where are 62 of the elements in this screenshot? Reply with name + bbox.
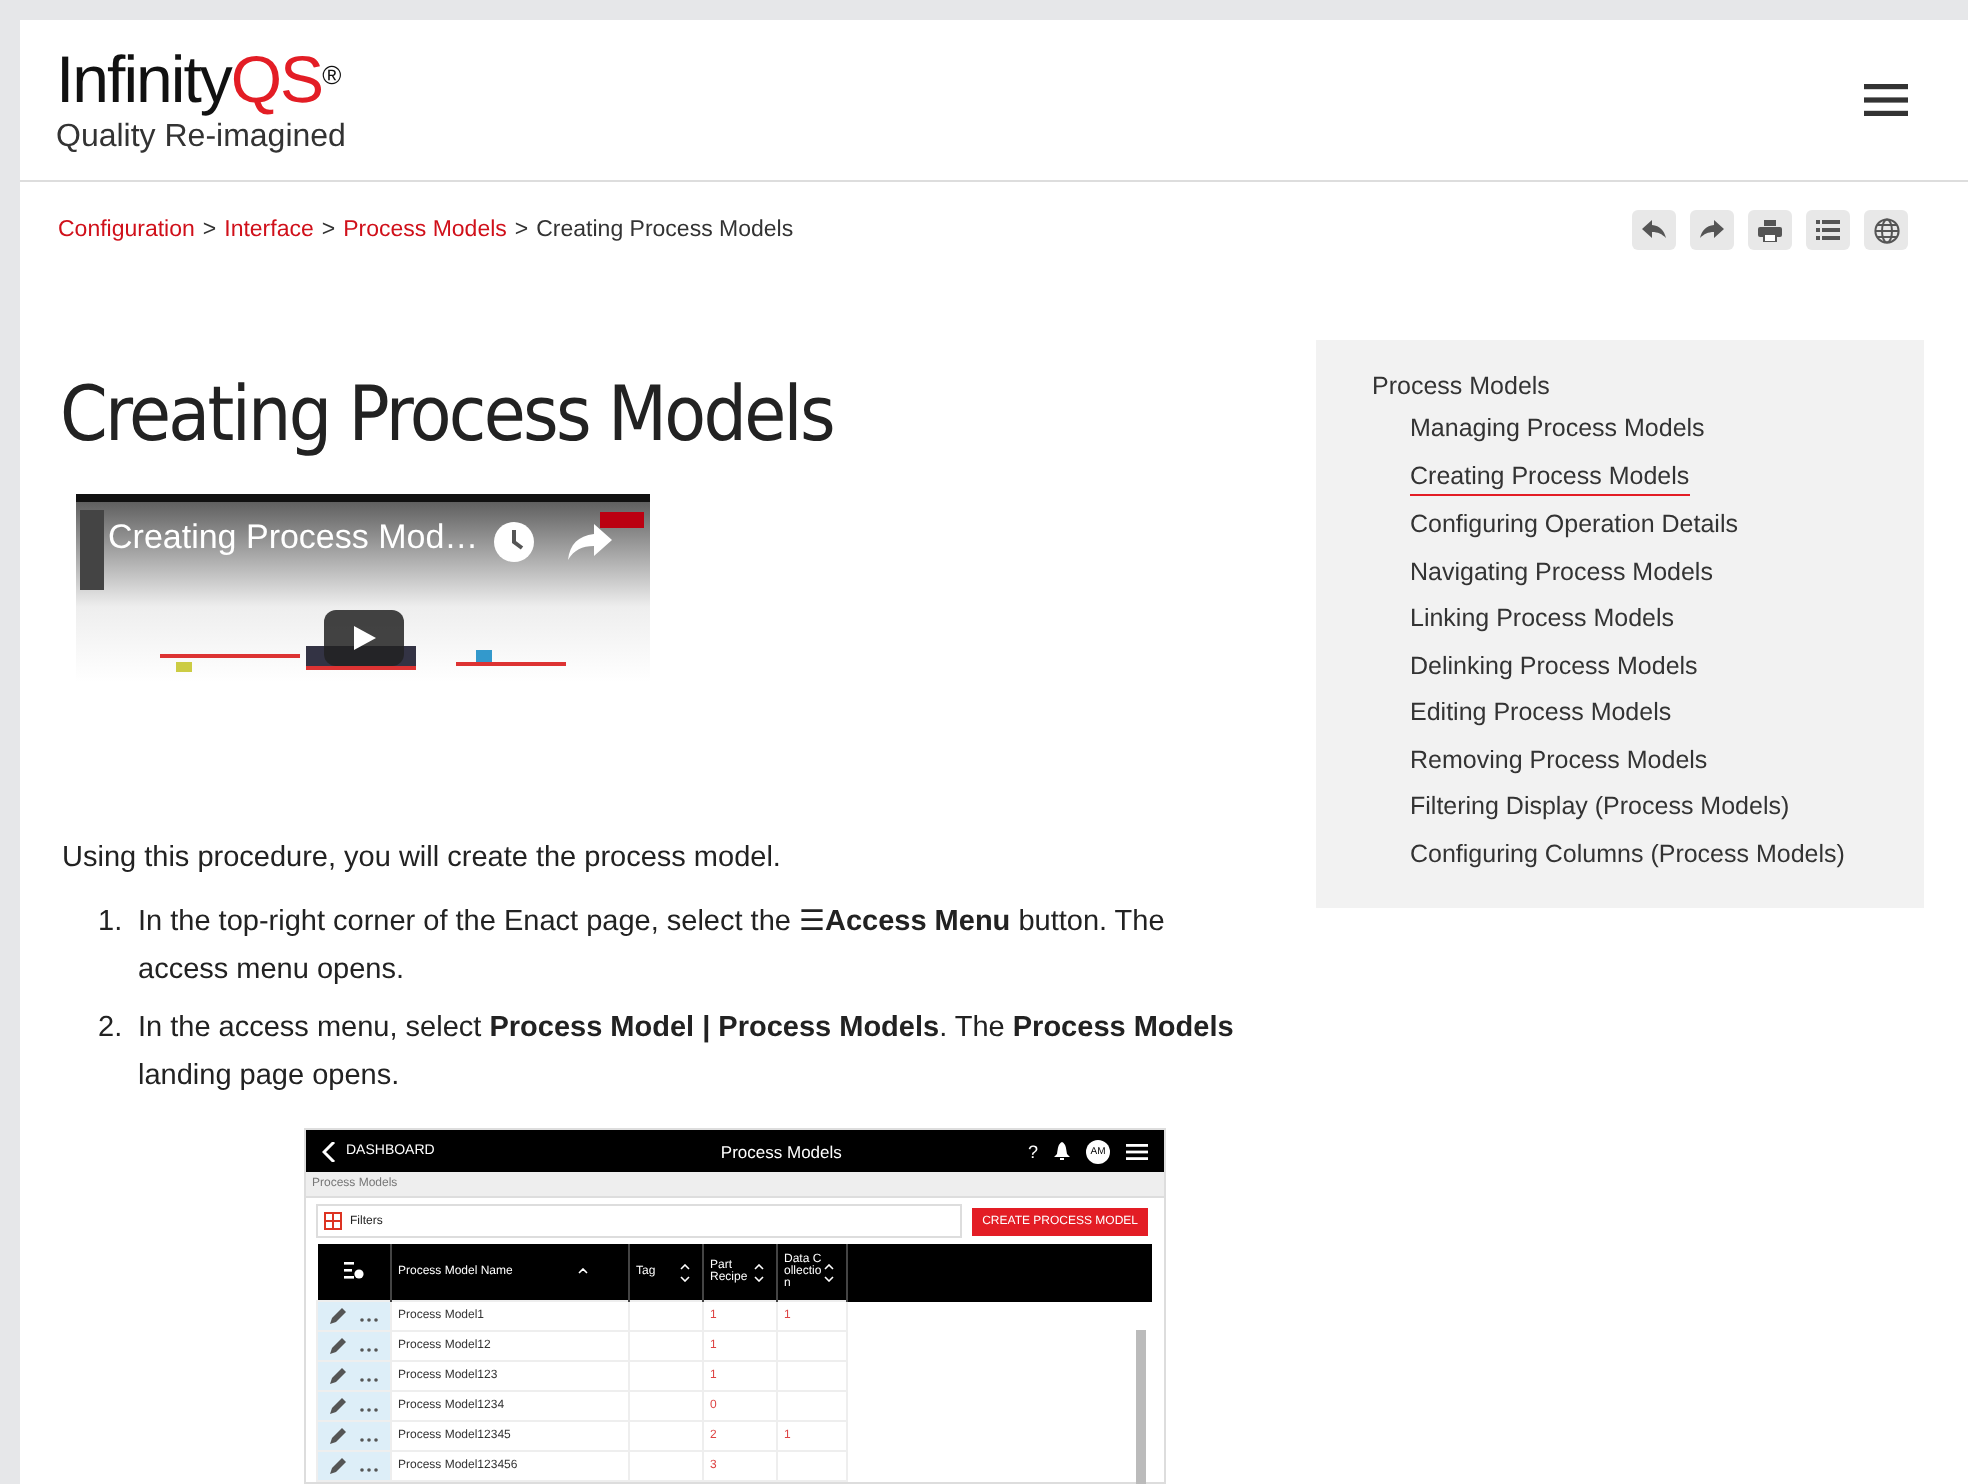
sort-icon[interactable] [824,1263,834,1281]
step-number: 2. [98,1010,125,1048]
filter-plus-icon[interactable] [324,1212,342,1230]
print-button[interactable] [1748,210,1792,250]
more-icon[interactable] [360,1317,378,1322]
table-cell [629,1451,703,1481]
sort-icon[interactable] [577,1268,588,1275]
sidebar-item[interactable]: Configuring Operation Details [1410,508,1738,542]
more-icon[interactable] [360,1377,378,1382]
sidebar-item[interactable]: Removing Process Models [1410,743,1708,777]
forward-icon [1700,220,1724,240]
menu-icon[interactable] [1864,82,1908,118]
intro-text: Using this procedure, you will create the process model. [62,842,783,874]
clock-icon[interactable] [492,520,536,564]
more-icon[interactable] [360,1347,378,1352]
menu-icon[interactable] [1125,1143,1148,1159]
sidebar-item[interactable]: Navigating Process Models [1410,555,1713,589]
list-button[interactable] [1806,210,1850,250]
page-title: Creating Process Models [60,370,835,458]
sidebar-heading[interactable]: Process Models [1372,372,1924,400]
breadcrumb-link[interactable]: Configuration [58,218,195,242]
sort-icon[interactable] [754,1263,764,1281]
globe-button[interactable] [1864,210,1908,250]
sidebar-item[interactable]: Delinking Process Models [1410,649,1698,683]
scrollbar[interactable] [1136,1330,1146,1484]
share-icon[interactable] [568,524,612,560]
forward-button[interactable] [1690,210,1734,250]
sidebar-item[interactable]: Configuring Columns (Process Models) [1410,837,1845,871]
breadcrumb-current: Creating Process Models [536,218,794,242]
logo-tagline: Quality Re-imagined [56,120,346,156]
breadcrumb-separator: > [514,218,529,242]
sidebar-item[interactable]: Editing Process Models [1410,696,1672,730]
app-title: Process Models [720,1141,842,1161]
logo-wordmark: InfinityQS$^{®}$ [56,42,340,116]
breadcrumb-link[interactable]: Process Models [343,218,507,242]
video-title: Creating Process Mod… [108,518,479,558]
step-number: 1. [98,904,125,942]
bell-icon[interactable] [1053,1142,1070,1160]
step-text: In the access menu, select Process Model | Process Models. The Process Models landing page opens. [138,1012,1234,1092]
breadcrumb-separator: > [321,218,336,242]
breadcrumb-link[interactable]: Interface [224,218,314,242]
sort-icon[interactable] [680,1263,690,1281]
play-button[interactable] [324,610,404,666]
back-icon [1642,220,1666,240]
table-cell [777,1451,847,1481]
sidebar-item[interactable]: Creating Process Models [1410,459,1690,495]
step-text: In the top-right corner of the Enact page, select the ☰Access Menu button. The access menu opens. [138,906,1165,986]
column-settings-icon[interactable] [343,1261,364,1279]
more-icon[interactable] [360,1407,378,1412]
more-icon[interactable] [360,1437,378,1442]
help-button[interactable]: ? [1027,1141,1038,1161]
sidebar-item[interactable]: Linking Process Models [1410,602,1675,636]
table-cell [629,1301,703,1331]
sidebar-item[interactable]: Filtering Display (Process Models) [1410,790,1790,824]
chevron-left-icon[interactable] [322,1141,336,1161]
print-icon [1758,219,1782,241]
sidebar-item[interactable]: Managing Process Models [1410,412,1705,446]
list-icon [1816,220,1840,240]
more-icon[interactable] [360,1467,378,1472]
back-button[interactable] [1632,210,1676,250]
breadcrumb-separator: > [202,218,217,242]
globe-icon [1873,217,1899,243]
